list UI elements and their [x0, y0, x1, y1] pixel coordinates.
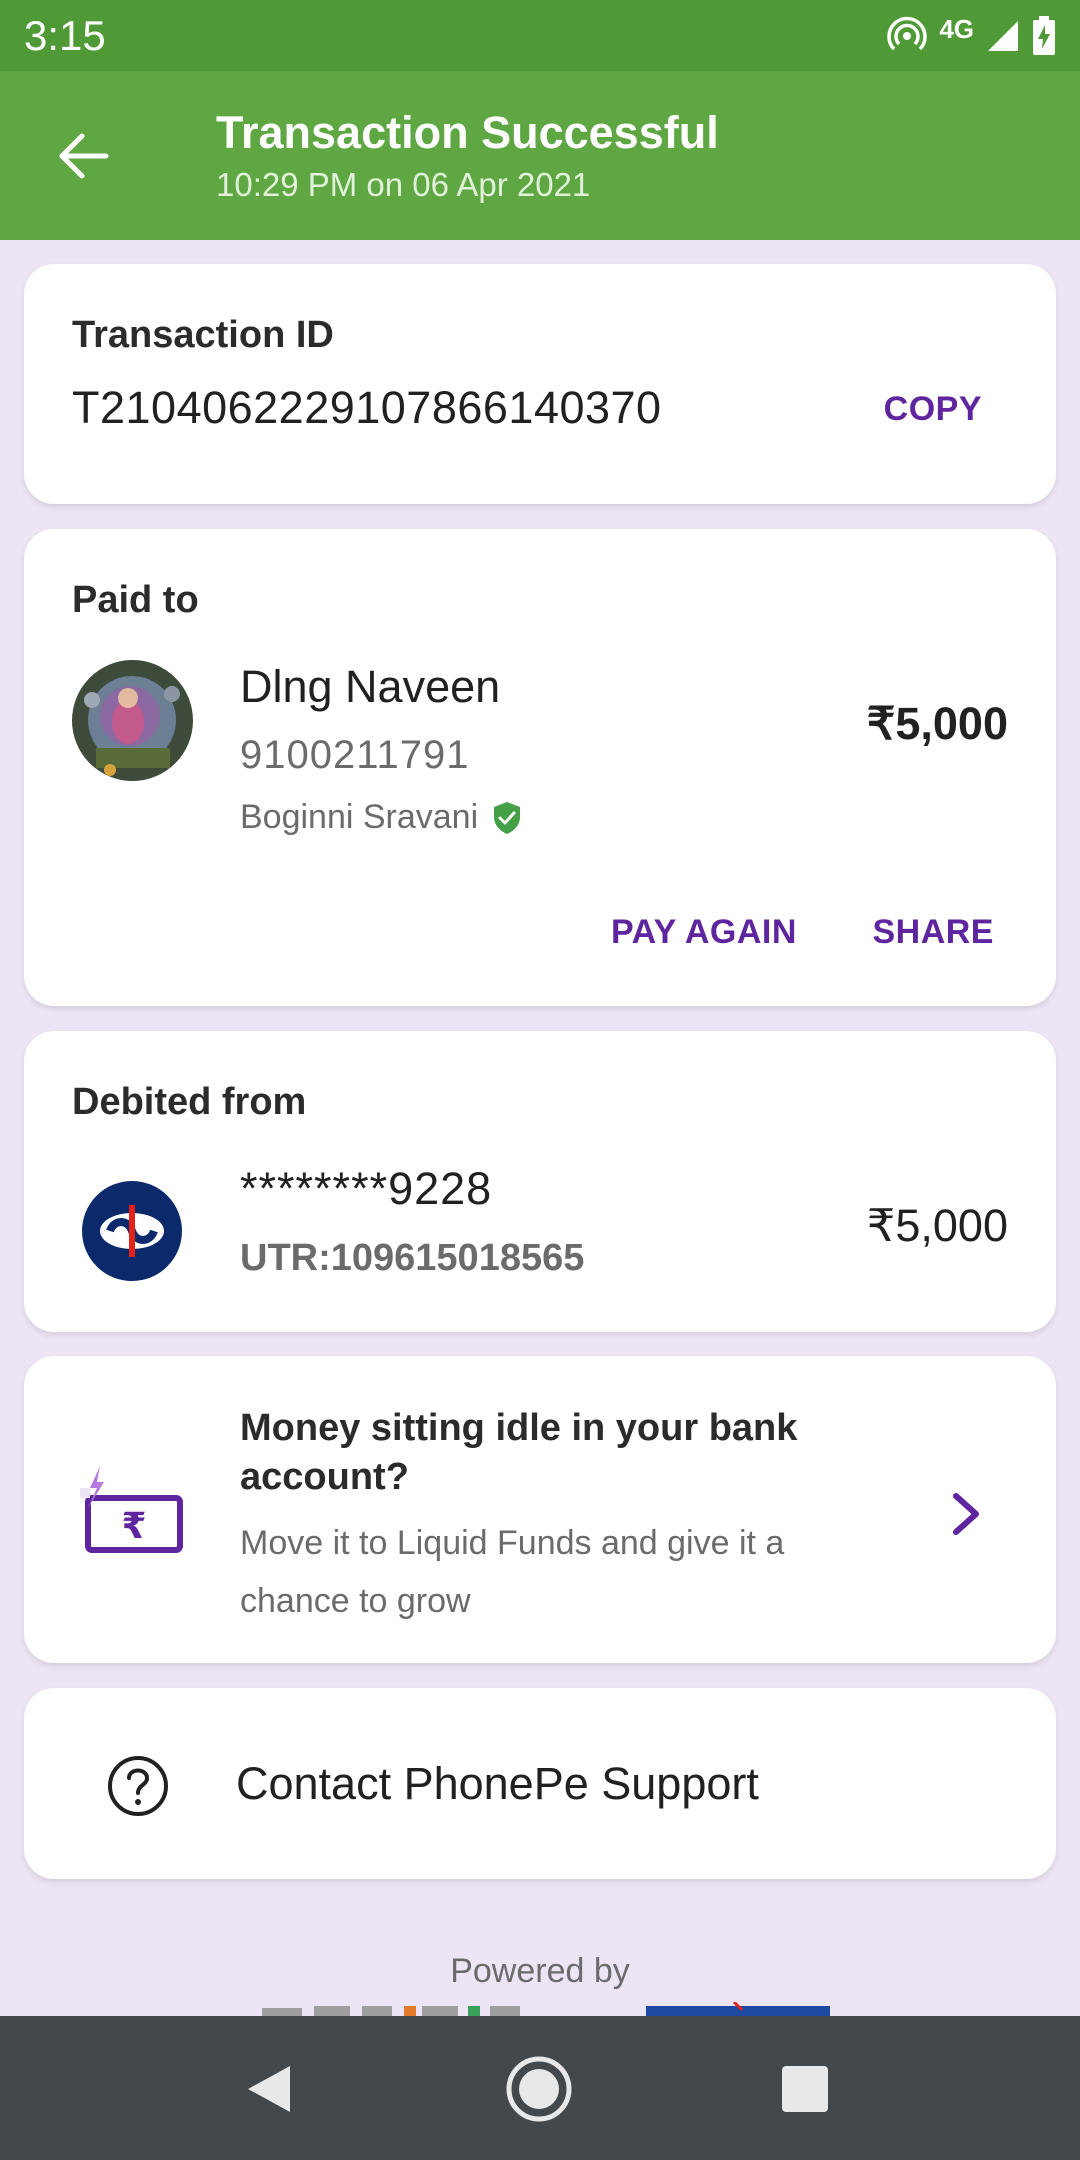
hotspot-icon: [887, 16, 928, 51]
battery-charging-icon: [1033, 16, 1055, 55]
payee-bank-name: Boginni Sravani: [240, 798, 479, 836]
paid-to-card: Paid to Dlng Naveen 9100211791 Boginni S…: [24, 529, 1056, 1006]
triangle-back-icon: [248, 2066, 290, 2112]
paid-to-label: Paid to: [72, 579, 199, 621]
status-time: 3:15: [24, 12, 106, 59]
paid-amount: ₹5,000: [866, 698, 1008, 749]
payee-name: Dlng Naveen: [240, 661, 501, 712]
debited-from-label: Debited from: [72, 1081, 307, 1123]
transaction-id-label: Transaction ID: [72, 314, 334, 356]
transaction-id-value: T2104062229107866140370: [72, 382, 662, 433]
network-type: 4G: [939, 13, 974, 44]
rupee-wallet-icon: ₹: [80, 1466, 190, 1556]
payee-phone: 9100211791: [240, 733, 470, 777]
payee-bank-name-row: Boginni Sravani: [240, 798, 522, 837]
arrow-left-icon: [59, 133, 109, 179]
nav-recents-button[interactable]: [772, 2056, 838, 2122]
transaction-timestamp: 10:29 PM on 06 Apr 2021: [216, 166, 591, 203]
nav-back-button[interactable]: [236, 2056, 302, 2122]
footer-partner-logos: [254, 2002, 830, 2016]
signal-icon: [988, 21, 1018, 51]
pay-again-button[interactable]: PAY AGAIN: [611, 913, 797, 952]
svg-text:₹: ₹: [121, 1506, 146, 1547]
circle-home-icon: [506, 2056, 572, 2122]
nav-home-button[interactable]: [506, 2056, 572, 2122]
chevron-right-icon: [953, 1493, 979, 1535]
share-button[interactable]: SHARE: [872, 913, 994, 952]
status-bar: 3:15 4G: [0, 0, 1080, 71]
liquid-funds-promo-card[interactable]: ₹ Money sitting idle in your bank accoun…: [24, 1356, 1056, 1663]
help-circle-icon: [108, 1756, 168, 1816]
copy-button[interactable]: COPY: [884, 390, 982, 429]
account-number: ********9228: [240, 1163, 493, 1214]
page-title: Transaction Successful: [216, 107, 719, 158]
debited-from-card: Debited from ********9228 UTR:1096150185…: [24, 1031, 1056, 1332]
utr-number: UTR:109615018565: [240, 1237, 585, 1279]
kotak-bank-logo: [80, 1179, 184, 1283]
system-nav-bar: [0, 2016, 1080, 2160]
status-icons: 4G: [887, 14, 1056, 58]
debited-amount: ₹5,000: [866, 1200, 1008, 1251]
promo-title: Money sitting idle in your bank account?: [240, 1407, 798, 1498]
app-bar: Transaction Successful 10:29 PM on 06 Ap…: [0, 71, 1080, 240]
promo-description: Move it to Liquid Funds and give it a ch…: [240, 1524, 785, 1620]
back-button[interactable]: [50, 123, 116, 189]
transaction-id-card: Transaction ID T2104062229107866140370 C…: [24, 264, 1056, 504]
avatar: [72, 660, 193, 781]
contact-support-card[interactable]: Contact PhonePe Support: [24, 1688, 1056, 1879]
verified-shield-icon: [494, 801, 521, 834]
contact-support-label: Contact PhonePe Support: [236, 1758, 759, 1809]
square-recents-icon: [782, 2066, 828, 2112]
powered-by-label: Powered by: [450, 1952, 630, 1990]
